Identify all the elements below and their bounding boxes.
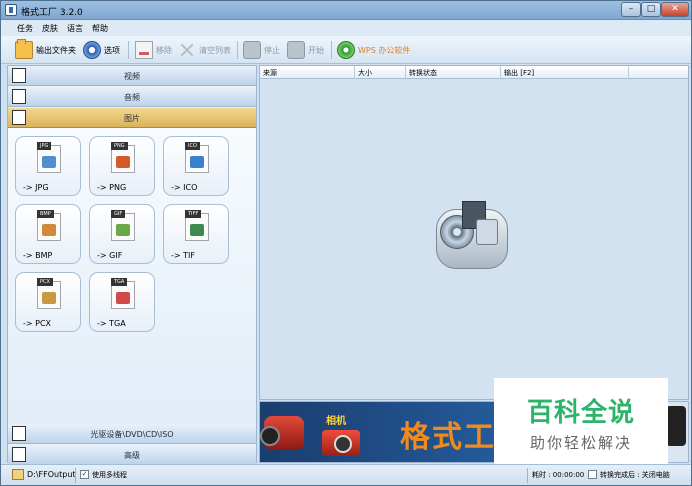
options-icon — [83, 41, 101, 59]
close-button[interactable]: ✕ — [661, 2, 689, 17]
remove-button[interactable]: 移除 — [135, 40, 172, 60]
menu-bar: 任务 皮肤 语言 帮助 — [1, 20, 691, 36]
category-advanced[interactable]: 高级 — [8, 445, 256, 465]
clear-list-button[interactable]: 清空列表 — [178, 40, 231, 60]
column-source[interactable]: 来源 — [263, 68, 277, 78]
toolbar: 输出文件夹 选项 移除 清空列表 停止 开始 WPS 办公软件 — [1, 36, 691, 64]
maximize-button[interactable]: □ — [641, 2, 661, 17]
start-button[interactable]: 开始 — [287, 40, 324, 60]
stop-button[interactable]: 停止 — [243, 40, 280, 60]
output-path[interactable]: D:\FFOutput — [27, 470, 76, 479]
menu-task[interactable]: 任务 — [17, 23, 33, 34]
watermark: 百科全说 助你轻松解决 — [494, 378, 668, 464]
title-bar[interactable]: 格式工厂 3.2.0 – □ ✕ — [1, 1, 691, 20]
convert-pcx-tile[interactable]: PCX -> PCX — [15, 272, 81, 332]
format-factory-logo-icon — [432, 197, 512, 271]
category-panel: 视频 音频 图片 JPG -> JPG PNG -> PNG ICO -> IC… — [7, 65, 257, 465]
minimize-button[interactable]: – — [621, 2, 641, 17]
app-logo-icon — [5, 4, 17, 16]
column-status[interactable]: 转换状态 — [409, 68, 437, 78]
convert-ico-tile[interactable]: ICO -> ICO — [163, 136, 229, 196]
camcorder-icon — [260, 416, 304, 450]
menu-help[interactable]: 帮助 — [92, 23, 108, 34]
picture-format-grid: JPG -> JPG PNG -> PNG ICO -> ICO BMP -> … — [8, 128, 256, 424]
status-bar: D:\FFOutput ✓ 使用多线程 耗时 : 00:00:00 转换完成后 … — [1, 464, 691, 485]
folder-icon — [12, 469, 24, 480]
camera-icon — [322, 430, 360, 456]
elapsed-time: 耗时 : 00:00:00 — [532, 471, 585, 479]
clear-icon — [178, 41, 196, 59]
menu-skin[interactable]: 皮肤 — [42, 23, 58, 34]
menu-language[interactable]: 语言 — [67, 23, 83, 34]
toolbar-separator — [128, 41, 129, 59]
column-output[interactable]: 输出 [F2] — [504, 68, 534, 78]
task-list[interactable]: 来源 大小 转换状态 输出 [F2] — [259, 65, 689, 400]
window-title: 格式工厂 3.2.0 — [21, 8, 83, 18]
stop-icon — [243, 41, 261, 59]
after-convert-checkbox[interactable] — [588, 470, 597, 479]
convert-png-tile[interactable]: PNG -> PNG — [89, 136, 155, 196]
toolbar-separator — [331, 41, 332, 59]
multithread-label: 使用多线程 — [92, 471, 127, 479]
category-video[interactable]: 视频 — [8, 66, 256, 86]
wps-icon — [337, 41, 355, 59]
column-size[interactable]: 大小 — [358, 68, 372, 78]
phone-icon — [666, 406, 686, 446]
remove-icon — [135, 41, 153, 59]
convert-bmp-tile[interactable]: BMP -> BMP — [15, 204, 81, 264]
wps-office-button[interactable]: WPS 办公软件 — [337, 40, 410, 60]
category-picture[interactable]: 图片 — [8, 108, 256, 128]
multithread-checkbox[interactable]: ✓ — [80, 470, 89, 479]
convert-tif-tile[interactable]: TIFF -> TIF — [163, 204, 229, 264]
options-button[interactable]: 选项 — [83, 40, 120, 60]
convert-gif-tile[interactable]: GIF -> GIF — [89, 204, 155, 264]
category-optical[interactable]: 光驱设备\DVD\CD\ISO — [8, 424, 256, 444]
convert-jpg-tile[interactable]: JPG -> JPG — [15, 136, 81, 196]
toolbar-separator — [237, 41, 238, 59]
app-window: 格式工厂 3.2.0 – □ ✕ 任务 皮肤 语言 帮助 输出文件夹 选项 移除… — [0, 0, 692, 486]
task-list-header: 来源 大小 转换状态 输出 [F2] — [260, 66, 688, 79]
output-folder-button[interactable]: 输出文件夹 — [15, 39, 76, 60]
category-audio[interactable]: 音频 — [8, 87, 256, 107]
folder-icon — [15, 39, 33, 59]
convert-tga-tile[interactable]: TGA -> TGA — [89, 272, 155, 332]
start-icon — [287, 41, 305, 59]
after-convert-label: 转换完成后 : 关闭电脑 — [600, 471, 670, 479]
